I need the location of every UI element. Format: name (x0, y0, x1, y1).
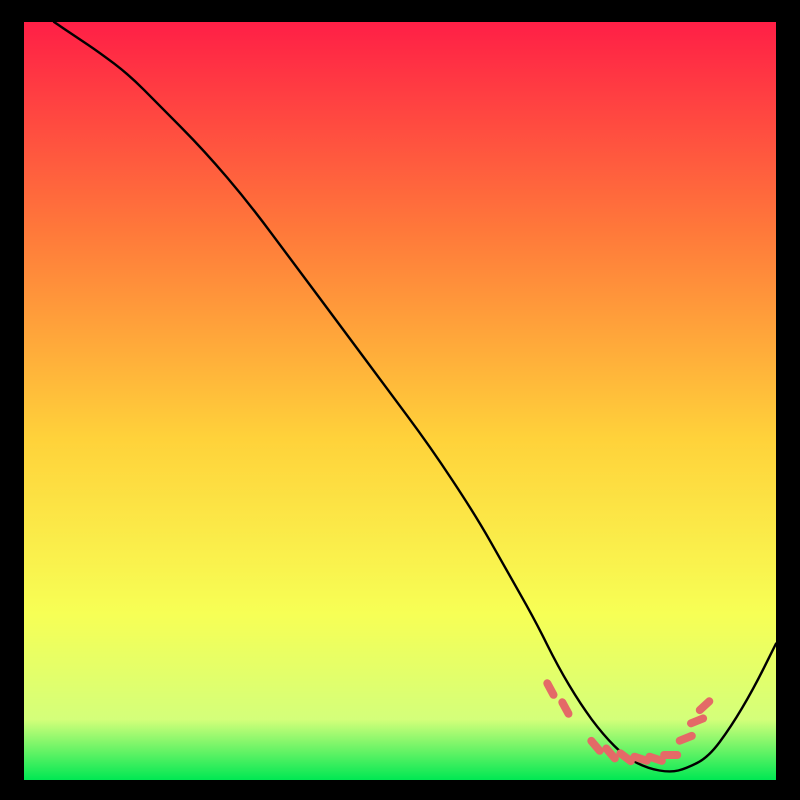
chart-frame: TheBottleneck.com (24, 22, 776, 780)
marker-dot (635, 757, 647, 761)
marker-dot (562, 702, 568, 713)
marker-dot (650, 757, 662, 761)
marker-dot (691, 718, 703, 723)
gradient-background (24, 22, 776, 780)
marker-dot (680, 736, 692, 741)
marker-dot (547, 683, 553, 695)
bottleneck-chart (24, 22, 776, 780)
